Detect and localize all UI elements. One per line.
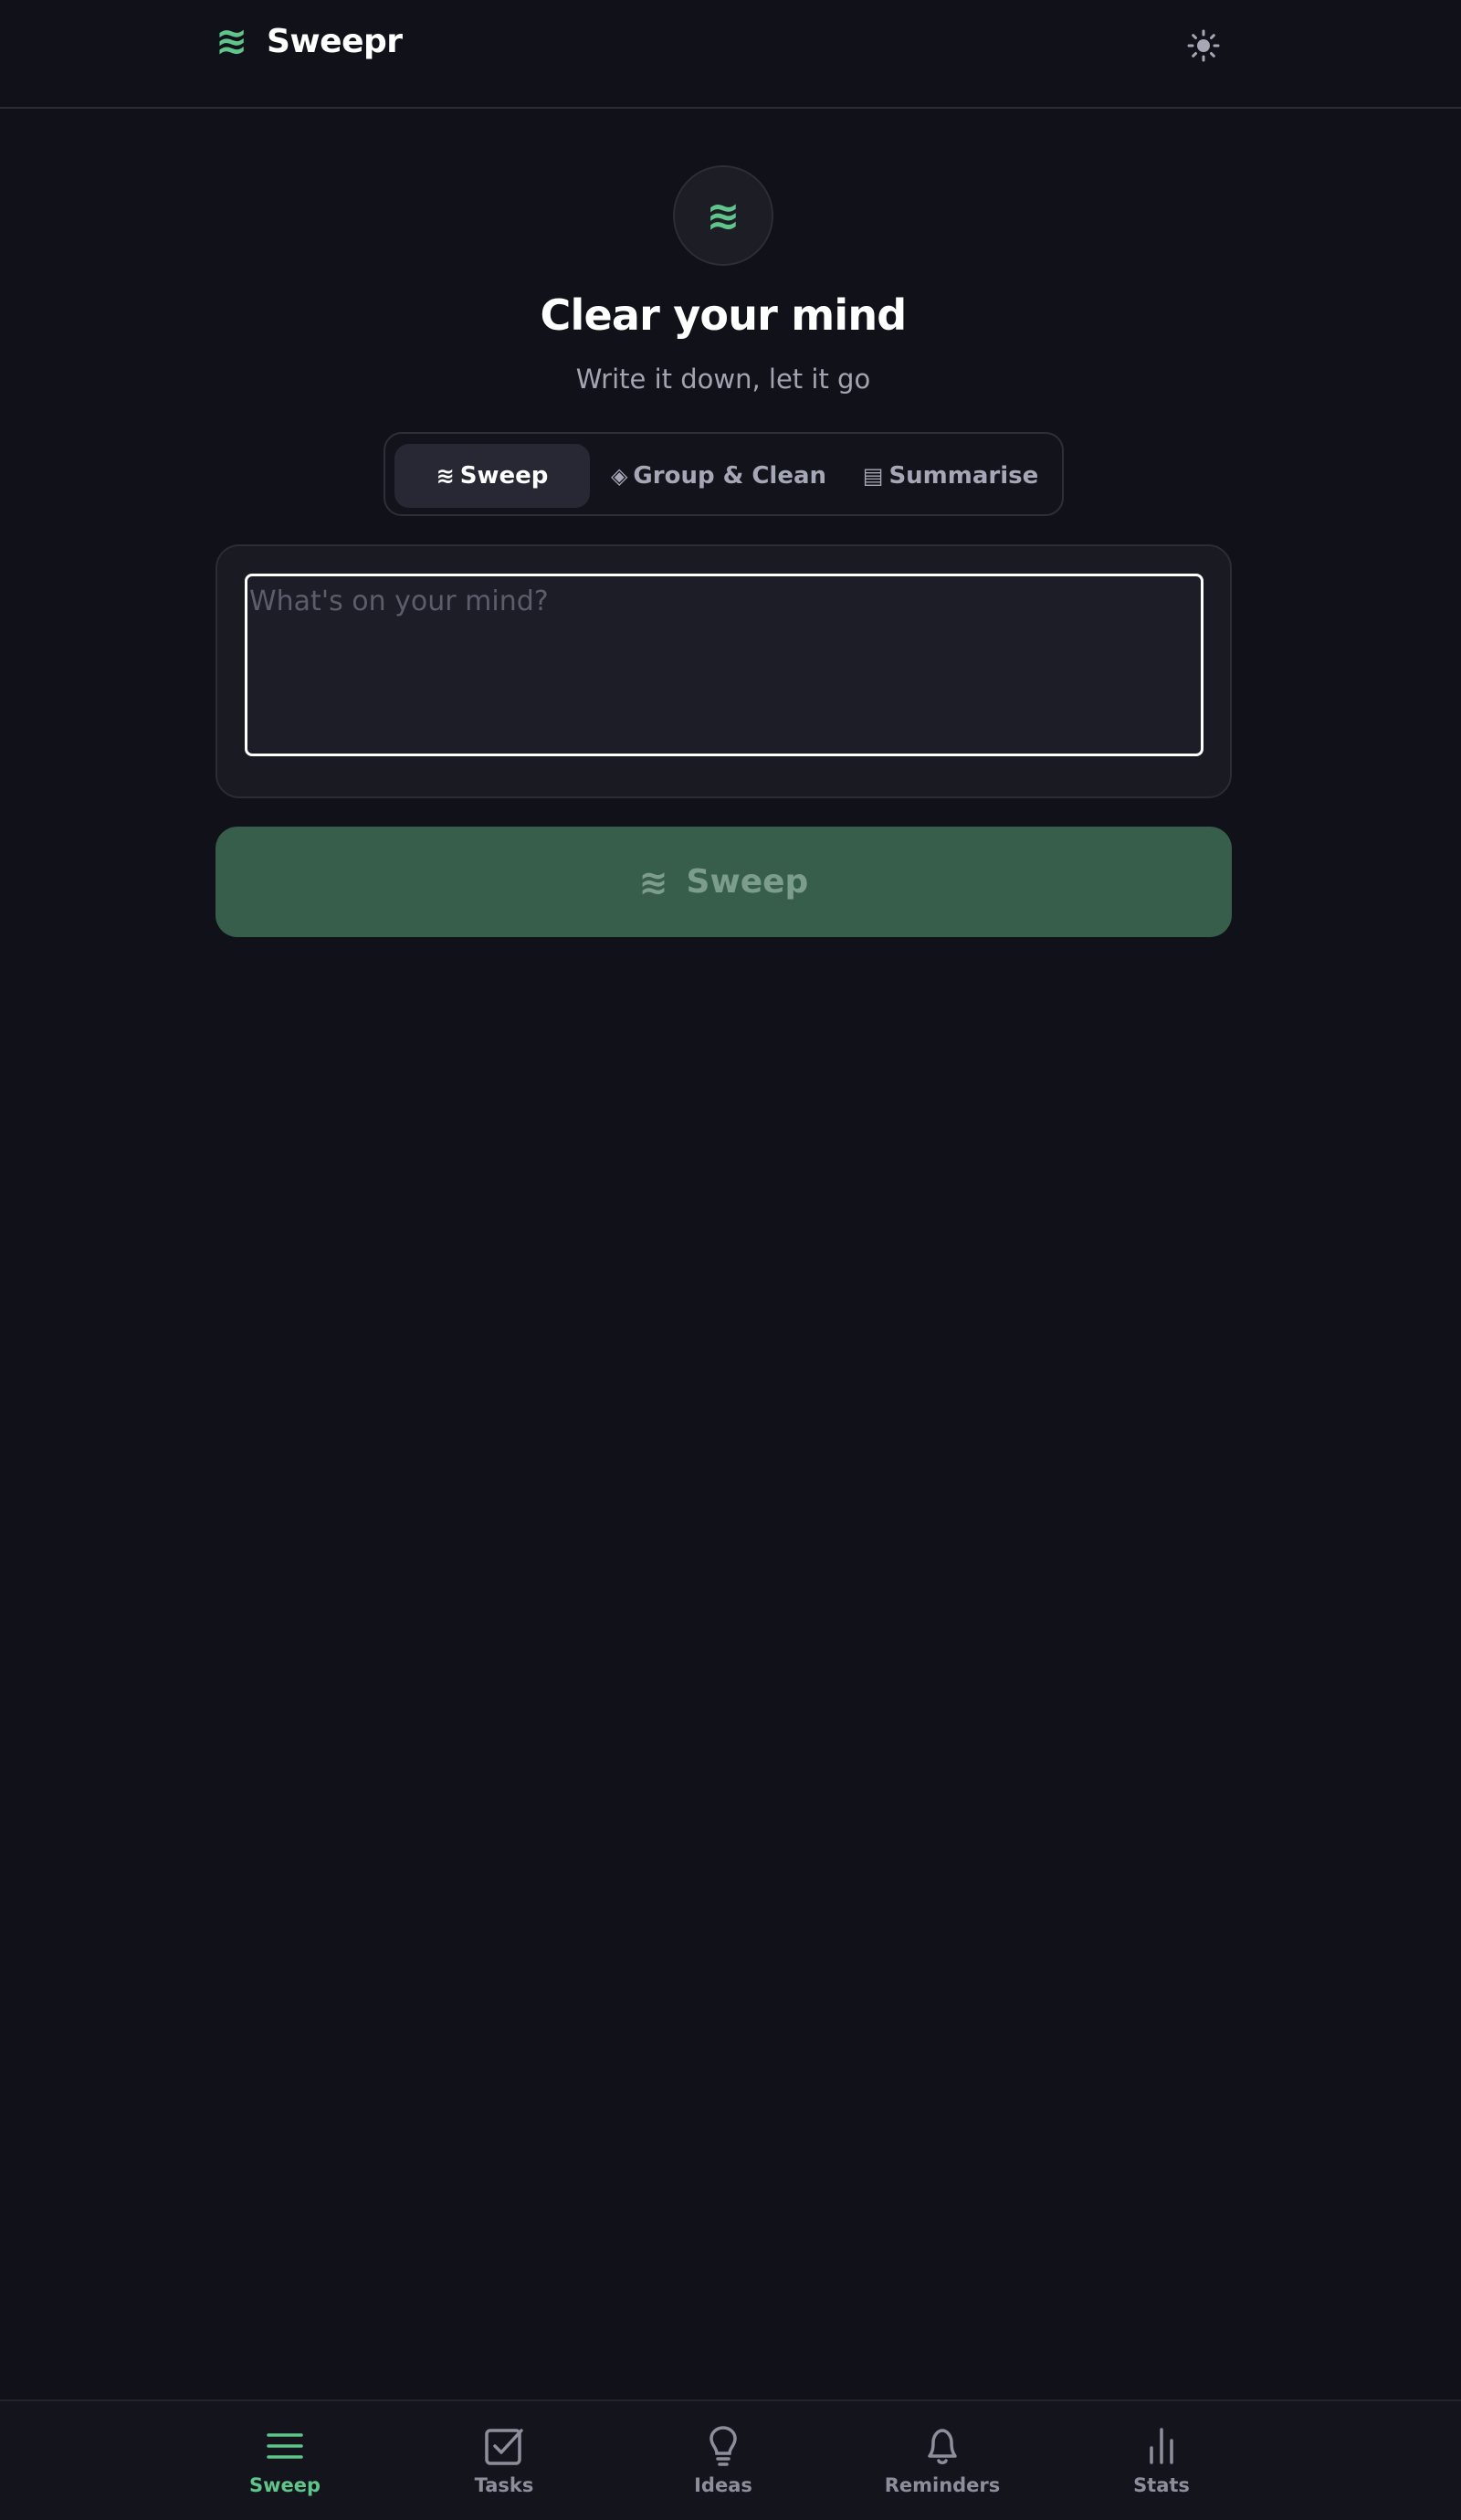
mind-input[interactable] — [245, 574, 1203, 756]
nav-label: Reminders — [884, 2474, 1001, 2496]
checkbox-icon — [483, 2425, 525, 2467]
page-subtitle: Write it down, let it go — [575, 364, 871, 395]
theme-toggle-button[interactable] — [1183, 26, 1224, 66]
nav-label: Tasks — [474, 2474, 534, 2496]
app-page: ≋ Sweepr ≋ Clear your mind Write it down… — [0, 0, 1461, 2520]
wave-icon: ≋ — [638, 861, 668, 902]
tab-label: Summarise — [888, 462, 1039, 490]
nav-item-tasks[interactable]: Tasks — [422, 2425, 586, 2507]
tab-label: Group & Clean — [633, 462, 827, 490]
nav-item-stats[interactable]: Stats — [1079, 2425, 1244, 2507]
brand-name: Sweepr — [267, 22, 403, 60]
wave-icon: ≋ — [706, 192, 741, 239]
page-title: Clear your mind — [540, 290, 908, 340]
mode-tabs: ≋ Sweep ◈ Group & Clean ▤ Summarise — [384, 432, 1064, 516]
hero-logo: ≋ — [673, 165, 773, 266]
sweep-button[interactable]: ≋ Sweep — [215, 827, 1232, 937]
diamond-icon: ◈ — [610, 463, 628, 489]
lightbulb-icon — [702, 2425, 744, 2467]
document-icon: ▤ — [862, 463, 884, 489]
tab-label: Sweep — [459, 462, 549, 490]
nav-label: Ideas — [694, 2474, 752, 2496]
bar-chart-icon — [1140, 2425, 1182, 2467]
app-header: ≋ Sweepr — [0, 0, 1461, 109]
bottom-nav: Sweep Tasks Ideas Reminders Stats — [0, 2399, 1461, 2520]
brand[interactable]: ≋ Sweepr — [215, 22, 403, 60]
wave-logo-icon: ≋ — [215, 18, 248, 63]
nav-item-sweep[interactable]: Sweep — [203, 2425, 367, 2507]
sweep-button-label: Sweep — [686, 863, 809, 901]
nav-item-ideas[interactable]: Ideas — [641, 2425, 805, 2507]
tab-sweep[interactable]: ≋ Sweep — [394, 444, 590, 508]
menu-lines-icon — [264, 2425, 306, 2467]
tab-group-clean[interactable]: ◈ Group & Clean — [604, 444, 833, 508]
nav-item-reminders[interactable]: Reminders — [860, 2425, 1025, 2507]
tab-summarise[interactable]: ▤ Summarise — [846, 444, 1055, 508]
wave-icon: ≋ — [436, 463, 455, 489]
input-card — [215, 544, 1232, 798]
sun-icon — [1187, 29, 1220, 62]
bell-icon — [921, 2425, 963, 2467]
nav-label: Stats — [1133, 2474, 1190, 2496]
nav-label: Sweep — [248, 2474, 321, 2496]
